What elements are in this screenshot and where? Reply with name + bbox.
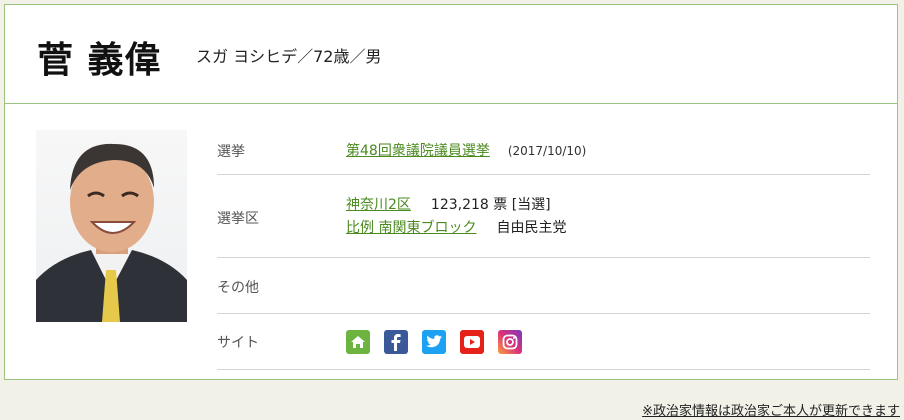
pr-line: 比例 南関東ブロック 自由民主党 (346, 217, 566, 237)
district-value: 神奈川2区 123,218 票 [当選] 比例 南関東ブロック 自由民主党 (346, 194, 566, 237)
facebook-icon[interactable] (384, 330, 408, 354)
party-name: 自由民主党 (496, 220, 567, 236)
twitter-icon[interactable] (422, 330, 446, 354)
site-label: サイト (217, 335, 259, 351)
district-link[interactable]: 神奈川2区 (346, 194, 411, 216)
youtube-icon[interactable] (460, 330, 484, 354)
sns-links (346, 330, 522, 354)
election-label: 選挙 (217, 144, 245, 160)
row-site: サイト (217, 314, 870, 370)
row-election: 選挙 第48回衆議院議員選挙 (2017/10/10) (217, 123, 870, 175)
election-value: 第48回衆議院議員選挙 (2017/10/10) (346, 140, 586, 160)
home-icon[interactable] (346, 330, 370, 354)
district-label: 選挙区 (217, 211, 259, 227)
profile-header: 菅 義偉 スガ ヨシヒデ／72歳／男 (5, 5, 897, 104)
profile-card: 菅 義偉 スガ ヨシヒデ／72歳／男 選挙 第48回衆議院議員選挙 (2017/… (4, 4, 898, 380)
politician-photo (36, 130, 187, 322)
row-other: その他 (217, 258, 870, 314)
politician-reading: スガ ヨシヒデ／72歳／男 (196, 47, 382, 66)
instagram-icon[interactable] (498, 330, 522, 354)
vote-count: 123,218 票 [当選] (430, 197, 551, 213)
update-note-link[interactable]: ※政治家情報は政治家ご本人が更新できます (642, 400, 900, 419)
election-link[interactable]: 第48回衆議院議員選挙 (346, 140, 490, 160)
pr-block-link[interactable]: 比例 南関東ブロック (346, 217, 476, 237)
other-label: その他 (217, 280, 259, 296)
district-line: 神奈川2区 123,218 票 [当選] (346, 194, 566, 216)
politician-name: 菅 義偉 (37, 40, 162, 81)
row-district: 選挙区 神奈川2区 123,218 票 [当選] 比例 南関東ブロック 自由民主… (217, 175, 870, 258)
election-date: (2017/10/10) (507, 144, 587, 158)
details-table: 選挙 第48回衆議院議員選挙 (2017/10/10) 選挙区 神奈川2区 12… (217, 123, 870, 370)
